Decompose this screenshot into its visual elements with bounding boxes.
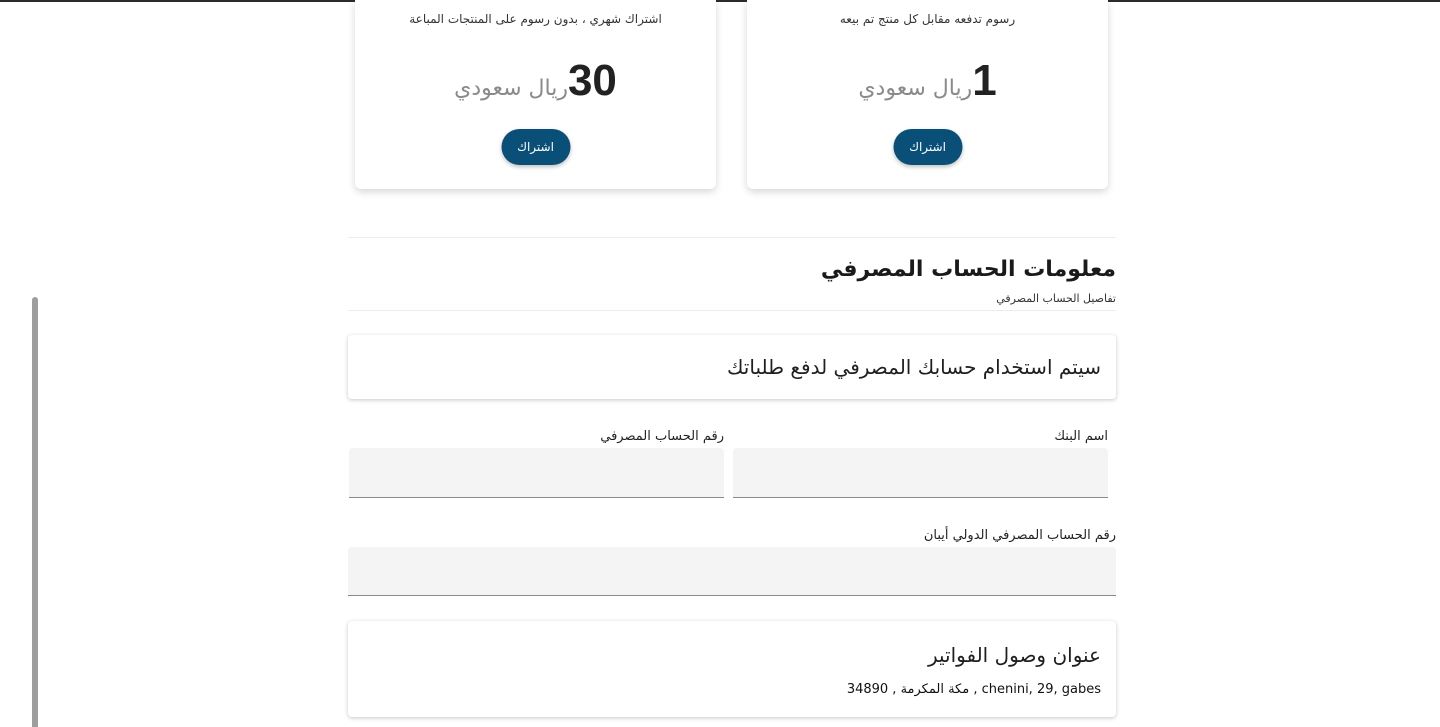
plan-description: اشتراك شهري ، بدون رسوم على المنتجات الم…: [409, 12, 662, 26]
scrollbar[interactable]: [32, 297, 38, 727]
top-border: [0, 0, 1440, 2]
billing-address: chenini, 29, gabes , مكة المكرمة , 34890: [846, 682, 1101, 697]
billing-address-box: عنوان وصول الفواتير chenini, 29, gabes ,…: [348, 621, 1116, 717]
plan-amount: 30: [567, 56, 617, 105]
plan-card-per-product: رسوم تدفعه مقابل كل منتج تم بيعه 1ريال س…: [747, 0, 1108, 189]
plan-amount: 1: [972, 56, 997, 105]
section-divider-top: [348, 237, 1116, 238]
plan-currency: ريال سعودي: [858, 76, 973, 101]
plan-price: 30ريال سعودي: [355, 56, 716, 106]
bank-notice-text: سيتم استخدام حسابك المصرفي لدفع طلباتك: [726, 355, 1101, 379]
plan-card-monthly: اشتراك شهري ، بدون رسوم على المنتجات الم…: [355, 0, 716, 189]
section-divider-bottom: [348, 310, 1116, 311]
account-number-input[interactable]: [349, 448, 724, 498]
bank-section-subtitle: تفاصيل الحساب المصرفي: [996, 292, 1116, 305]
account-number-label: رقم الحساب المصرفي: [600, 429, 724, 444]
iban-input[interactable]: [348, 547, 1116, 596]
bank-notice-box: سيتم استخدام حسابك المصرفي لدفع طلباتك: [348, 335, 1116, 399]
bank-name-label: اسم البنك: [1054, 429, 1108, 444]
bank-name-input[interactable]: [733, 448, 1108, 498]
subscribe-button-per-product[interactable]: اشتراك: [893, 129, 962, 165]
billing-title: عنوان وصول الفواتير: [927, 643, 1101, 667]
iban-label: رقم الحساب المصرفي الدولي أيبان: [923, 528, 1116, 543]
plan-price: 1ريال سعودي: [747, 56, 1108, 106]
plan-currency: ريال سعودي: [454, 76, 568, 101]
bank-section-title: معلومات الحساب المصرفي: [820, 257, 1116, 282]
subscribe-button-monthly[interactable]: اشتراك: [501, 129, 570, 165]
plan-description: رسوم تدفعه مقابل كل منتج تم بيعه: [839, 12, 1016, 26]
